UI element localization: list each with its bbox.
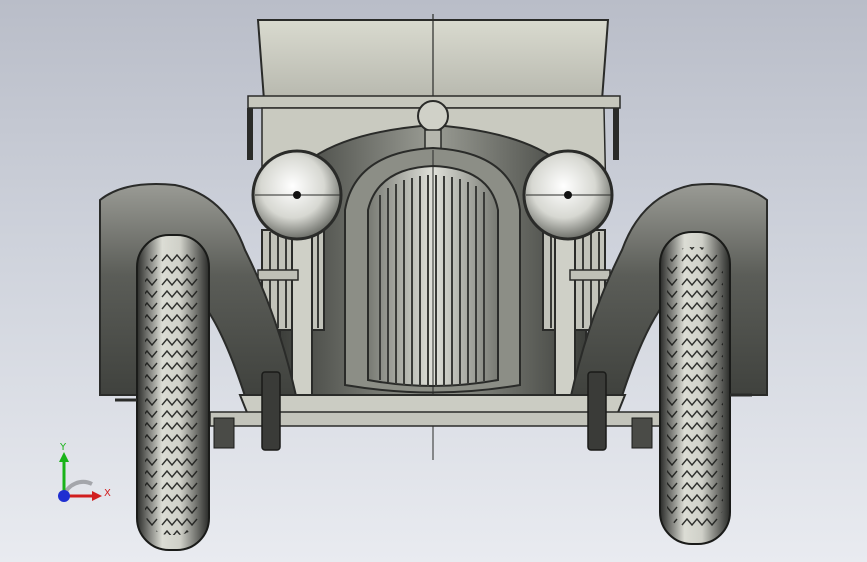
x-axis-label: X xyxy=(104,488,111,499)
tire-left xyxy=(136,234,210,551)
z-axis-dot xyxy=(58,490,70,502)
axis-triad: Y X xyxy=(50,440,120,510)
headlamp-left xyxy=(251,149,343,241)
car-model-render[interactable] xyxy=(0,0,867,562)
3d-model-viewport[interactable]: Y X xyxy=(0,0,867,562)
headlamp-right xyxy=(522,149,614,241)
tire-right xyxy=(659,231,731,545)
y-axis-label: Y xyxy=(60,442,67,453)
